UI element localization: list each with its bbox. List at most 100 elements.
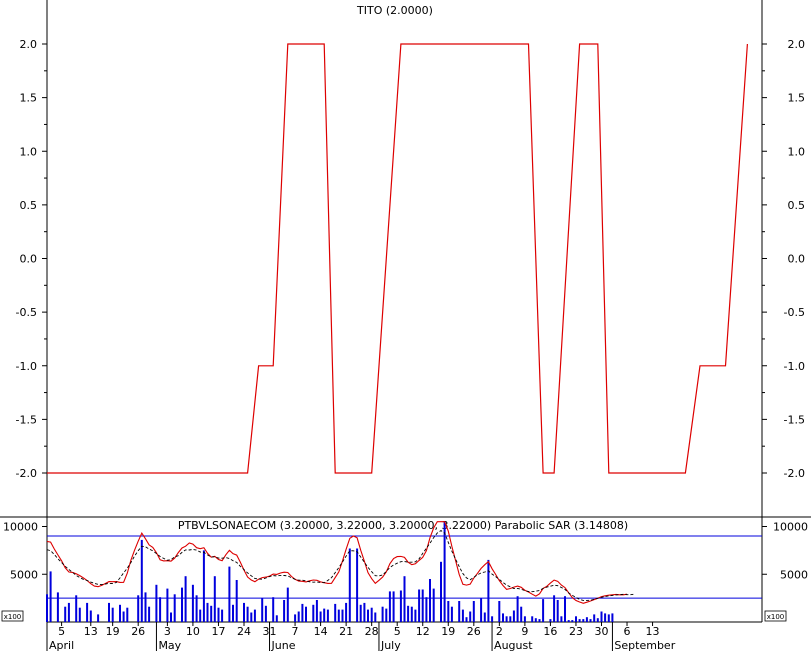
volume-bar [345,602,348,622]
volume-bar [542,599,545,622]
volume-bar [429,579,431,622]
volume-bar [89,610,92,622]
volume-ytick-label-left: 10000 [3,521,38,534]
volume-bar [498,601,501,622]
volume-bar [122,611,125,622]
volume-bar [64,606,67,622]
date-tick-label: 9 [521,625,528,638]
volume-bar [119,604,121,622]
volume-bar [323,608,326,622]
volume-bar [195,595,198,622]
volume-bar [75,595,78,622]
tito-ytick-label-right: -2.0 [784,467,805,480]
tito-ytick-label-left: 1.0 [20,145,38,158]
tito-ytick-label-left: 1.5 [20,92,38,105]
tito-ytick-label-left: -2.0 [16,467,37,480]
volume-bar [305,606,307,622]
volume-bar [272,597,275,622]
month-label: May [158,639,181,651]
volume-bar [166,588,169,622]
volume-bar [359,604,362,622]
unit-label: x100 [4,613,22,621]
volume-bar [301,603,304,622]
date-tick-label: 6 [624,625,631,638]
volume-bar [97,614,100,622]
volume-bar [531,616,534,622]
volume-bar [512,610,515,622]
volume-bar [232,604,234,622]
volume-bar [206,602,209,622]
date-tick-label: 14 [314,625,328,638]
volume-bar [388,591,391,622]
tito-title: TITO (2.0000) [356,4,433,17]
volume-bar [348,548,351,622]
volume-bar [604,613,607,622]
date-tick-label: 5 [394,625,401,638]
volume-bar [410,606,413,622]
month-label: July [380,639,401,651]
volume-bar [447,601,450,622]
volume-bar [472,601,475,622]
volume-bar [363,602,366,622]
volume-bar [108,602,110,622]
volume-bar [414,609,417,622]
volume-bar [337,609,340,622]
volume-bar [589,619,592,622]
volume-bar [140,539,143,622]
date-tick-label: 7 [292,625,299,638]
volume-bar [250,612,253,622]
volume-bar [480,598,483,622]
volume-bar [403,576,406,622]
volume-bar [465,617,468,622]
volume-bar [567,620,570,622]
volume-bar [184,576,187,622]
volume-bar [370,607,373,622]
volume-bar [596,618,599,622]
volume-bar [326,609,329,622]
volume-bar [553,595,556,622]
volume-bar [286,587,289,622]
volume-bar [440,561,442,622]
date-tick-label: 3 [164,625,171,638]
volume-bar [469,611,472,622]
volume-bar [461,609,464,622]
volume-bar [374,612,377,622]
volume-bar [341,609,344,622]
tito-ytick-label-left: 2.0 [20,38,38,51]
volume-ytick-label-right: 5000 [780,568,808,581]
unit-label: x100 [767,613,785,621]
month-label: April [49,639,74,651]
date-tick-label: 13 [646,625,660,638]
background [0,0,811,651]
date-tick-label: 30 [594,625,608,638]
volume-bar [392,591,395,622]
volume-ytick-label-right: 10000 [773,521,808,534]
volume-bar [235,580,238,622]
volume-bar [261,598,264,622]
volume-bar [516,596,519,622]
volume-bar [538,619,541,622]
month-label: June [271,639,296,651]
date-tick-label: 28 [365,625,379,638]
volume-ytick-label-left: 5000 [10,568,38,581]
volume-bar [367,609,369,622]
volume-bar [86,602,89,622]
volume-bar [491,616,494,622]
date-tick-label: 17 [211,625,225,638]
volume-bar [155,584,158,622]
tito-ytick-label-right: 2.0 [788,38,806,51]
tito-ytick-label-left: -0.5 [16,306,37,319]
tito-ytick-label-right: -1.0 [784,360,805,373]
volume-bar [385,608,388,622]
volume-bar [111,607,114,622]
volume-bar [585,617,588,622]
volume-bar [159,597,162,622]
volume-bar [593,614,596,622]
volume-bar [283,600,286,622]
volume-bar [458,601,461,622]
volume-bar [243,602,245,622]
volume-bar [228,566,231,622]
volume-bar [78,607,81,622]
volume-bar [181,587,183,622]
volume-bar [560,616,563,622]
